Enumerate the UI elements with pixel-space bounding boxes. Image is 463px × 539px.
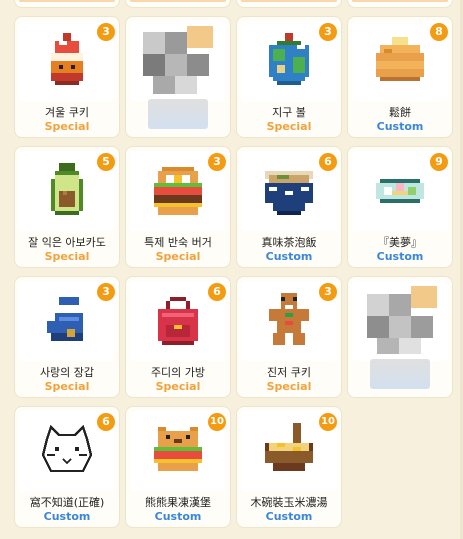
mitten-icon xyxy=(47,297,83,341)
count-badge: 3 xyxy=(319,23,337,41)
pancake-icon xyxy=(376,37,424,81)
count-badge: 6 xyxy=(208,283,226,301)
item-name: 지구 볼 xyxy=(272,106,306,119)
item-card[interactable]: 6 真味茶泡飯 Custom xyxy=(236,146,342,268)
item-card-partial[interactable] xyxy=(14,0,120,8)
backpack-icon xyxy=(158,297,198,345)
item-name: 잘 익은 아보카도 xyxy=(28,236,106,249)
item-card[interactable]: 10 木碗裝玉米濃湯 Custom xyxy=(236,406,342,528)
item-name: 熊熊果凍漢堡 xyxy=(145,496,211,509)
item-card[interactable]: 10 熊熊果凍漢堡 Custom xyxy=(125,406,231,528)
item-card[interactable]: 9 『美夢』 Custom xyxy=(347,146,453,268)
item-tag: Special xyxy=(155,380,201,393)
item-name: 鬆餅 xyxy=(389,106,411,119)
item-card[interactable]: 3 지구 볼 Special xyxy=(236,16,342,138)
count-badge: 6 xyxy=(97,413,115,431)
item-card[interactable]: 3 진저 쿠키 Special xyxy=(236,276,342,398)
count-badge: 10 xyxy=(208,413,226,431)
item-name: 특제 반숙 버거 xyxy=(144,236,212,249)
item-card[interactable]: 3 사랑의 장갑 Special xyxy=(14,276,120,398)
item-tag: Special xyxy=(44,250,90,263)
sketch-cat-icon xyxy=(41,424,93,473)
count-badge: 3 xyxy=(319,283,337,301)
winter-cookie-icon xyxy=(51,33,83,85)
item-name: 진저 쿠키 xyxy=(267,366,311,379)
blurred-image xyxy=(355,286,445,356)
dream-plate-icon xyxy=(376,179,424,203)
count-badge: 8 xyxy=(430,23,448,41)
gingerbread-icon xyxy=(269,293,309,345)
item-card[interactable]: 6 窩不知道(正確) Custom xyxy=(14,406,120,528)
item-tag: Custom xyxy=(265,250,313,263)
item-card[interactable]: 3 특제 반숙 버거 Special xyxy=(125,146,231,268)
count-badge: 9 xyxy=(430,153,448,171)
item-tag: Custom xyxy=(265,510,313,523)
blurred-image xyxy=(133,26,223,96)
count-badge: 10 xyxy=(319,413,337,431)
burger-icon xyxy=(154,167,202,215)
item-card-partial[interactable] xyxy=(125,0,231,8)
item-name: 『美夢』 xyxy=(378,236,422,249)
item-card-blurred[interactable] xyxy=(125,16,231,138)
item-card-partial[interactable] xyxy=(236,0,342,8)
item-tag: Custom xyxy=(376,250,424,263)
item-name: 겨울 쿠키 xyxy=(45,106,89,119)
item-tag: Special xyxy=(266,380,312,393)
item-name: 真味茶泡飯 xyxy=(261,236,317,249)
blurred-caption xyxy=(370,359,430,389)
bear-burger-icon xyxy=(154,427,202,471)
item-grid: 3 겨울 쿠키 Special 3 지구 볼 Special 8 鬆餅 Cust… xyxy=(14,0,453,528)
item-tag: Custom xyxy=(154,510,202,523)
item-card-blurred[interactable] xyxy=(347,276,453,398)
earth-ball-icon xyxy=(269,33,309,85)
count-badge: 3 xyxy=(208,153,226,171)
item-name: 木碗裝玉米濃湯 xyxy=(250,496,328,509)
count-badge: 3 xyxy=(97,283,115,301)
item-tag: Custom xyxy=(376,120,424,133)
count-badge: 5 xyxy=(97,153,115,171)
avocado-icon xyxy=(51,163,83,215)
item-tag: Special xyxy=(266,120,312,133)
item-tag: Special xyxy=(155,250,201,263)
blurred-caption xyxy=(148,99,208,129)
item-name: 주디의 가방 xyxy=(150,366,206,379)
item-tag: Special xyxy=(44,380,90,393)
item-tag: Custom xyxy=(43,510,91,523)
blurred-thumbnail xyxy=(352,281,448,361)
count-badge: 3 xyxy=(97,23,115,41)
item-name: 사랑의 장갑 xyxy=(39,366,95,379)
item-card[interactable]: 5 잘 익은 아보카도 Special xyxy=(14,146,120,268)
count-badge: 6 xyxy=(319,153,337,171)
item-card-partial[interactable] xyxy=(347,0,453,8)
item-name: 窩不知道(正確) xyxy=(29,496,105,509)
item-card[interactable]: 8 鬆餅 Custom xyxy=(347,16,453,138)
rice-bowl-icon xyxy=(265,171,313,215)
item-card[interactable]: 3 겨울 쿠키 Special xyxy=(14,16,120,138)
blurred-thumbnail xyxy=(130,21,226,101)
item-tag: Special xyxy=(44,120,90,133)
item-card[interactable]: 6 주디의 가방 Special xyxy=(125,276,231,398)
corn-soup-icon xyxy=(265,423,313,471)
